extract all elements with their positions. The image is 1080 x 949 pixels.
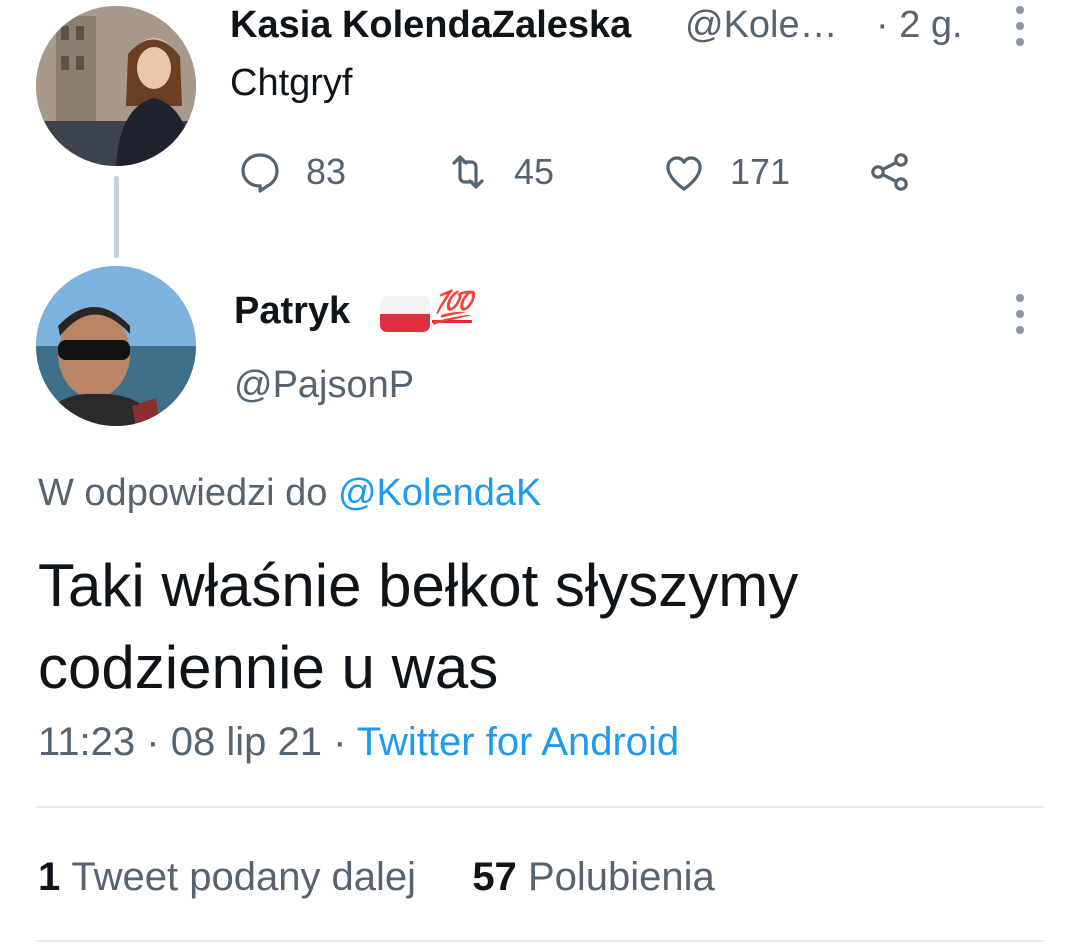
parent-author-handle[interactable]: @Kole… <box>685 4 838 47</box>
likes-label: Polubienia <box>527 855 715 899</box>
more-options-icon[interactable] <box>1016 294 1024 342</box>
like-count: 171 <box>730 151 791 192</box>
reply-to-handle-link[interactable]: @KolendaK <box>338 472 541 514</box>
retweets-stat[interactable]: 1 Tweet podany dalej <box>38 855 416 899</box>
reply-prefix: W odpowiedzi do <box>38 472 328 514</box>
reply-tweet-text: Taki właśnie bełkot słyszymy codziennie … <box>38 552 799 701</box>
polish-flag-icon <box>380 296 430 332</box>
thread-connector-line <box>114 176 119 258</box>
divider <box>36 806 1044 808</box>
tweet-metadata: 11:23 · 08 lip 21 · Twitter for Android <box>38 720 679 765</box>
likes-count: 57 <box>472 855 517 899</box>
parent-author-name[interactable]: Kasia KolendaZaleska <box>230 4 631 47</box>
hundred-points-icon: 💯 <box>432 289 472 325</box>
tweet-stats: 1 Tweet podany dalej 57 Polubienia <box>38 855 715 900</box>
tweet-time: 11:23 <box>38 720 136 764</box>
divider <box>36 940 1044 942</box>
likes-stat[interactable]: 57 Polubienia <box>472 855 714 899</box>
like-button[interactable]: 171 <box>660 148 790 196</box>
retweet-button[interactable]: 45 <box>444 148 554 196</box>
reply-button[interactable]: 83 <box>236 148 346 196</box>
retweet-icon <box>452 155 484 189</box>
retweets-count: 1 <box>38 855 61 899</box>
more-options-icon[interactable] <box>1016 6 1024 54</box>
reply-count: 83 <box>306 151 347 192</box>
avatar-photo-patryk <box>36 266 196 426</box>
parent-tweet-text: Chtgryf <box>230 62 353 104</box>
share-button[interactable] <box>866 148 914 196</box>
meta-separator: · <box>333 720 347 764</box>
reply-author-handle[interactable]: @PajsonP <box>234 364 414 407</box>
tweet-client-link[interactable]: Twitter for Android <box>357 720 679 764</box>
reply-icon <box>241 153 279 193</box>
retweets-label: Tweet podany dalej <box>71 855 417 899</box>
reply-context: W odpowiedzi do @KolendaK <box>38 472 541 515</box>
meta-separator: · <box>146 720 160 764</box>
avatar[interactable] <box>36 6 196 166</box>
avatar-photo-kasia <box>36 6 196 166</box>
reply-author-name[interactable]: Patryk <box>234 290 350 333</box>
parent-tweet-time: · 2 g. <box>876 4 963 46</box>
avatar[interactable] <box>36 266 196 426</box>
heart-icon <box>666 156 702 191</box>
share-icon <box>871 153 908 191</box>
retweet-count: 45 <box>514 151 555 192</box>
tweet-date: 08 lip 21 <box>170 720 322 764</box>
